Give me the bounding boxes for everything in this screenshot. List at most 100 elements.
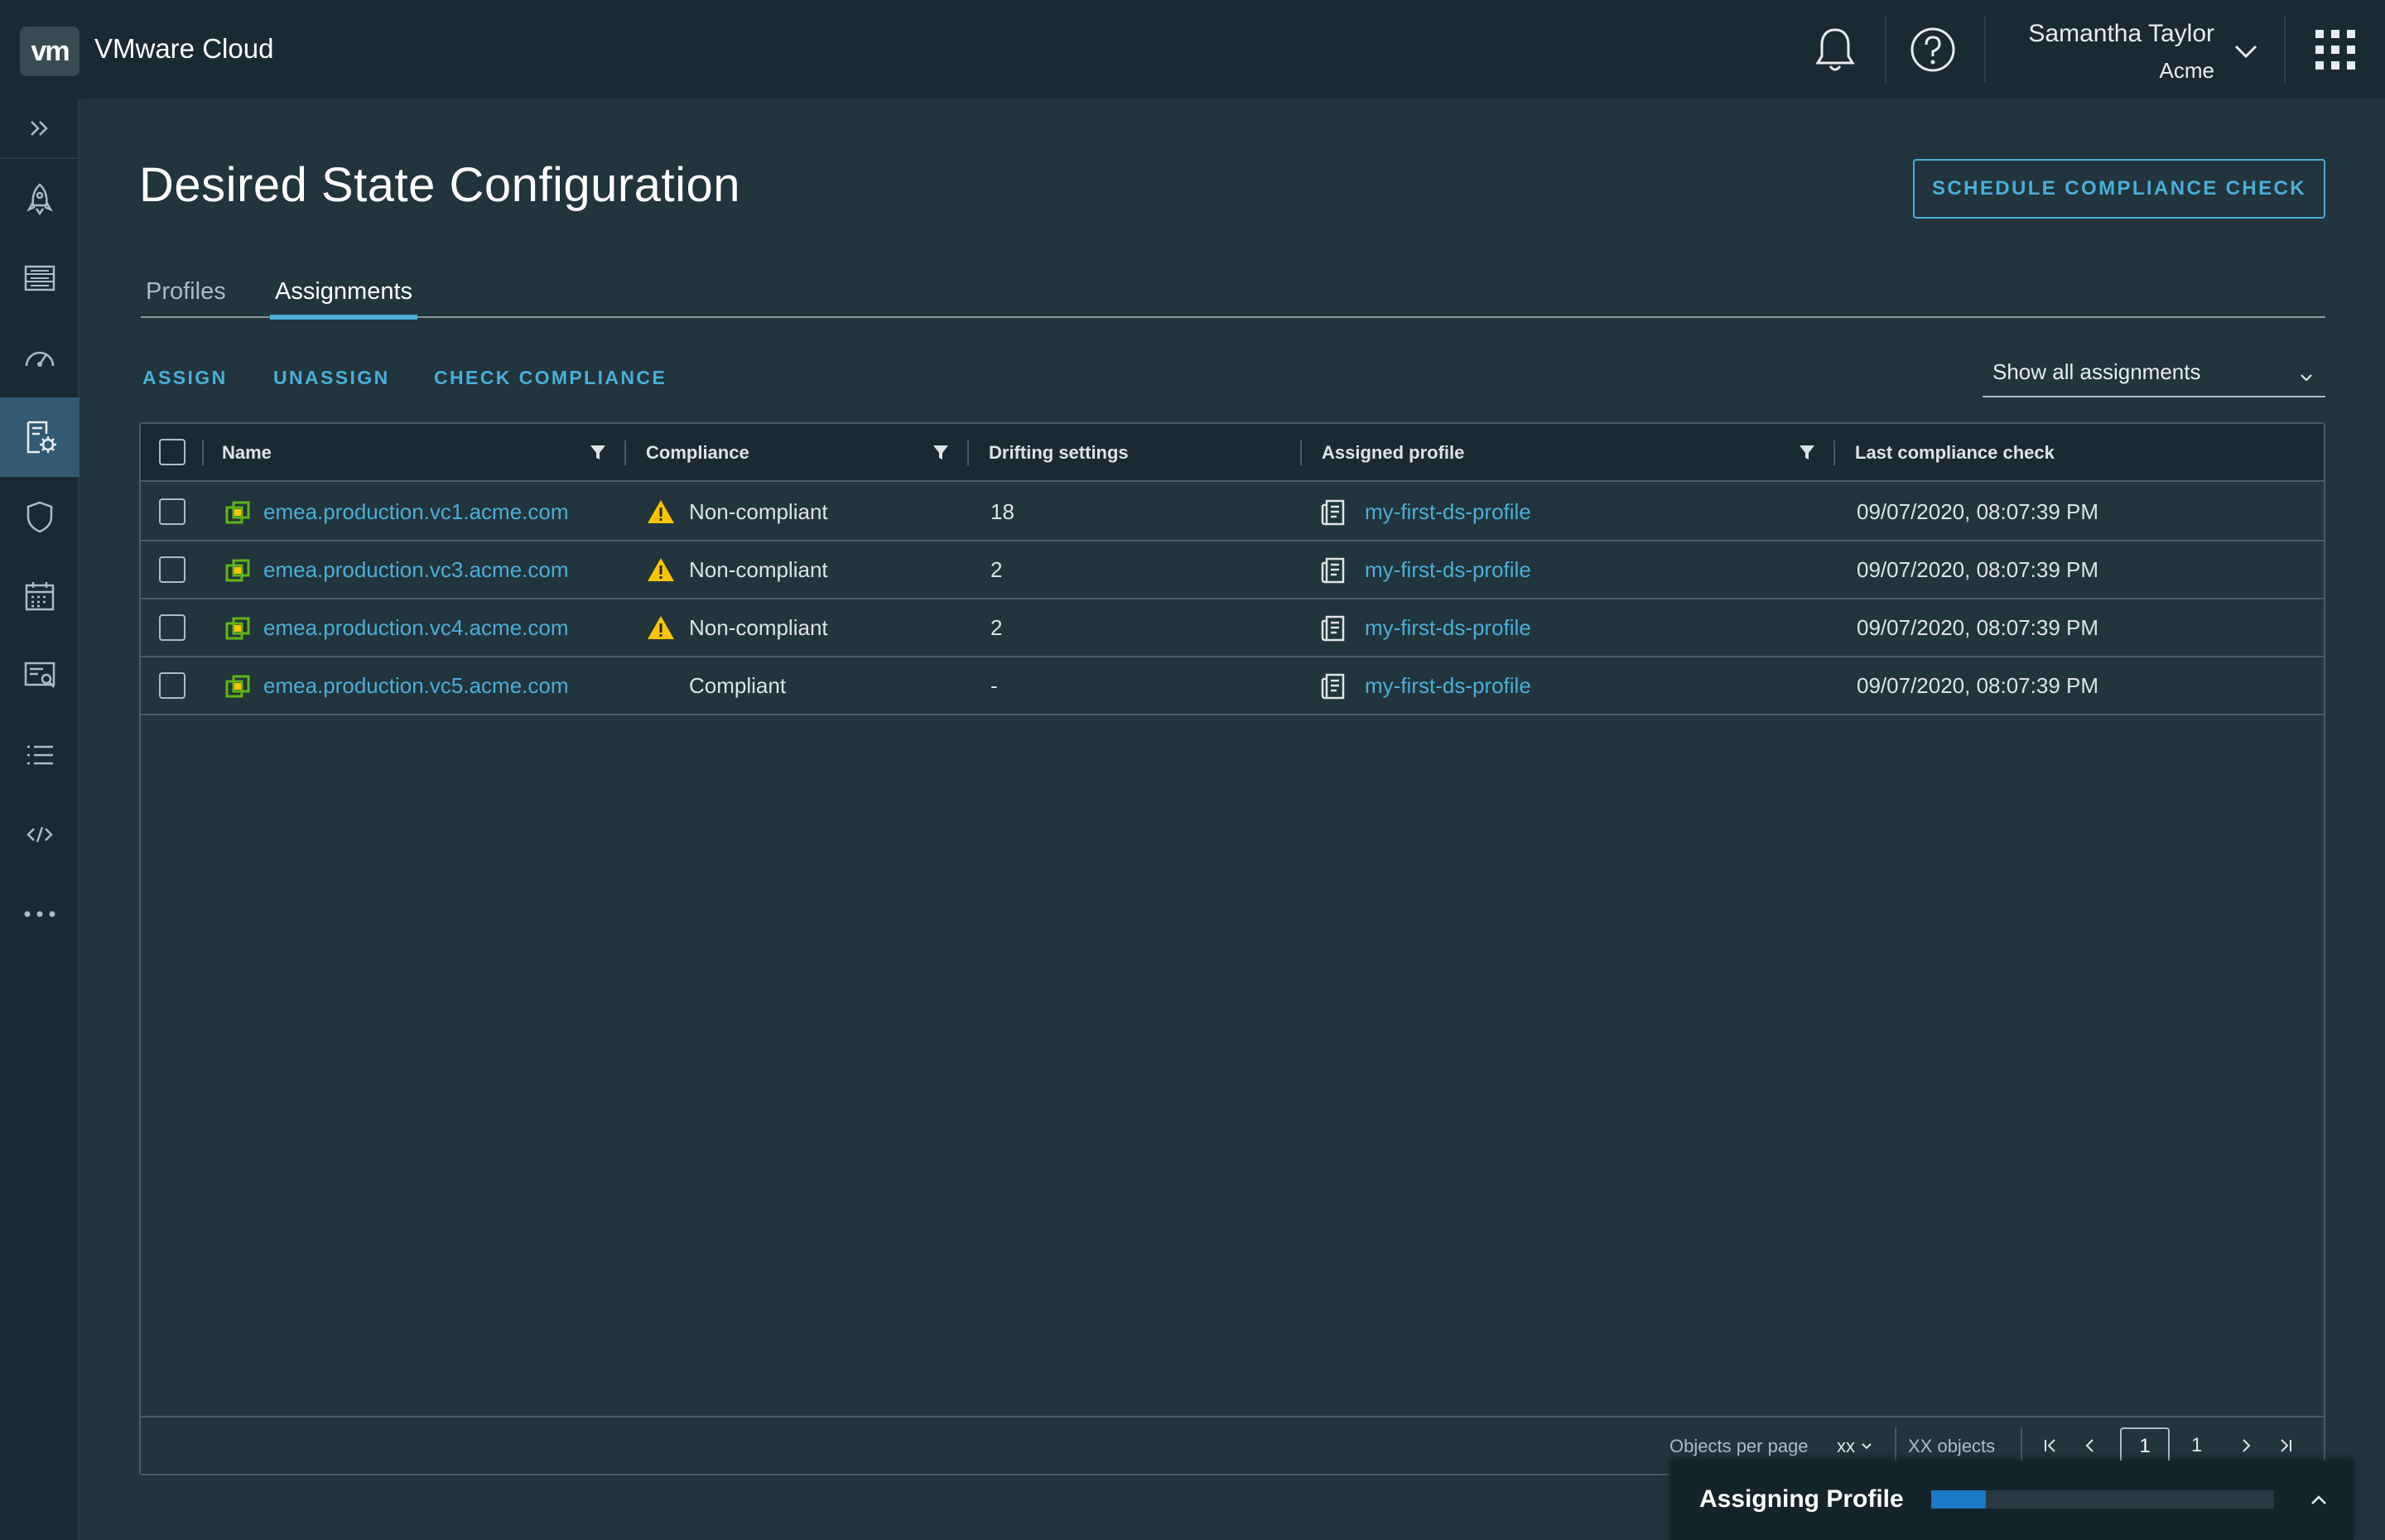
filter-icon[interactable] [1797,442,1817,462]
filter-select-value: Show all assignments [1992,359,2201,384]
assigning-profile-label: Assigning Profile [1699,1485,1904,1513]
chevron-down-icon [1862,1443,1872,1450]
tab-assignments[interactable]: Assignments [270,278,418,320]
dashboard-icon[interactable] [0,318,80,397]
user-org: Acme [2159,58,2214,83]
column-header-assigned-profile[interactable]: Assigned profile [1322,442,1464,464]
profile-icon [1321,557,1345,584]
column-separator [1300,440,1302,465]
rocket-icon[interactable] [0,159,80,238]
row-compliance: Non-compliant [689,557,828,582]
assign-button[interactable]: ASSIGN [142,367,228,389]
assignments-filter-select[interactable]: Show all assignments [1983,353,2325,397]
bell-icon[interactable] [1809,23,1862,76]
row-checkbox[interactable] [159,556,186,583]
user-name[interactable]: Samantha Taylor [2028,20,2214,48]
logo-text: vm [31,35,70,67]
list-icon[interactable] [0,715,80,795]
row-checkbox[interactable] [159,498,186,525]
calendar-icon[interactable] [0,556,80,636]
assigning-profile-panel: Assigning Profile [1670,1461,2354,1540]
warning-icon [648,500,674,523]
row-drifting-settings: 2 [990,557,1003,582]
chevron-down-icon[interactable] [2231,36,2261,66]
row-last-compliance-check: 09/07/2020, 08:07:39 PM [1857,499,2099,524]
table-row[interactable]: emea.production.vc1.acme.com Non-complia… [141,484,2324,541]
row-assigned-profile-link[interactable]: my-first-ds-profile [1365,557,1531,583]
profile-icon [1321,615,1345,642]
objects-count: XX objects [1908,1436,1996,1456]
code-icon[interactable] [0,795,80,874]
column-separator [624,440,626,465]
column-header-name[interactable]: Name [222,442,272,464]
vcenter-icon [225,675,250,698]
app-grid-icon[interactable] [2309,23,2362,76]
inventory-icon[interactable] [0,238,80,318]
row-checkbox[interactable] [159,614,186,641]
previous-page-icon[interactable] [2080,1436,2100,1456]
row-assigned-profile-link[interactable]: my-first-ds-profile [1365,615,1531,641]
header-divider [1885,17,1886,83]
vcenter-icon [225,501,250,524]
column-separator [967,440,969,465]
vmware-logo[interactable]: vm [20,26,80,76]
header-divider [1984,17,1986,83]
row-last-compliance-check: 09/07/2020, 08:07:39 PM [1857,615,2099,640]
search-list-icon[interactable] [0,636,80,715]
help-icon[interactable] [1906,23,1959,76]
row-drifting-settings: - [990,673,998,698]
row-drifting-settings: 2 [990,615,1003,640]
header-divider [2284,17,2286,83]
progress-fill [1931,1490,1987,1509]
expand-icon[interactable] [0,99,80,157]
row-assigned-profile-link[interactable]: my-first-ds-profile [1365,673,1531,699]
column-header-compliance[interactable]: Compliance [646,442,749,464]
check-compliance-button[interactable]: CHECK COMPLIANCE [434,367,667,389]
chevron-up-icon[interactable] [2307,1489,2330,1512]
row-compliance: Non-compliant [689,499,828,524]
column-header-last-compliance-check[interactable]: Last compliance check [1855,442,2055,464]
tab-profiles[interactable]: Profiles [141,278,231,316]
objects-per-page-label: Objects per page [1670,1436,1809,1456]
table-row[interactable]: emea.production.vc3.acme.com Non-complia… [141,541,2324,599]
filter-icon[interactable] [588,442,608,462]
table-row[interactable]: emea.production.vc4.acme.com Non-complia… [141,599,2324,657]
row-name-link[interactable]: emea.production.vc5.acme.com [263,673,569,699]
row-name-link[interactable]: emea.production.vc3.acme.com [263,557,569,583]
tab-bar: Profiles Assignments [141,278,2325,320]
vcenter-icon [225,617,250,640]
row-assigned-profile-link[interactable]: my-first-ds-profile [1365,499,1531,525]
unassign-button[interactable]: UNASSIGN [273,367,390,389]
row-name-link[interactable]: emea.production.vc1.acme.com [263,499,569,525]
column-separator [202,440,204,465]
last-page-icon[interactable] [2276,1436,2296,1456]
total-pages: 1 [2191,1434,2203,1456]
more-icon[interactable] [0,874,80,954]
table-row[interactable]: emea.production.vc5.acme.com Compliant -… [141,657,2324,715]
filter-icon[interactable] [931,442,951,462]
row-compliance: Non-compliant [689,615,828,640]
warning-icon [648,558,674,581]
row-last-compliance-check: 09/07/2020, 08:07:39 PM [1857,673,2099,698]
vcenter-icon [225,559,250,582]
profile-icon [1321,499,1345,526]
objects-per-page-value: xx [1837,1436,1855,1456]
next-page-icon[interactable] [2236,1436,2256,1456]
warning-icon [648,616,674,639]
profile-icon [1321,673,1345,700]
desired-state-icon[interactable] [0,397,80,477]
row-compliance: Compliant [689,673,787,698]
objects-per-page-select[interactable]: xx [1837,1436,1873,1457]
shield-icon[interactable] [0,477,80,556]
row-checkbox[interactable] [159,672,186,699]
app-title[interactable]: VMware Cloud [94,33,273,65]
top-header: vm VMware Cloud Samantha Taylor Acme [0,0,2385,99]
row-name-link[interactable]: emea.production.vc4.acme.com [263,615,569,641]
left-nav [0,99,80,1540]
schedule-compliance-check-button[interactable]: SCHEDULE COMPLIANCE CHECK [1913,159,2325,219]
column-header-drifting-settings[interactable]: Drifting settings [989,442,1129,464]
row-last-compliance-check: 09/07/2020, 08:07:39 PM [1857,557,2099,582]
first-page-icon[interactable] [2040,1436,2060,1456]
column-separator [1833,440,1835,465]
select-all-checkbox[interactable] [159,439,186,465]
